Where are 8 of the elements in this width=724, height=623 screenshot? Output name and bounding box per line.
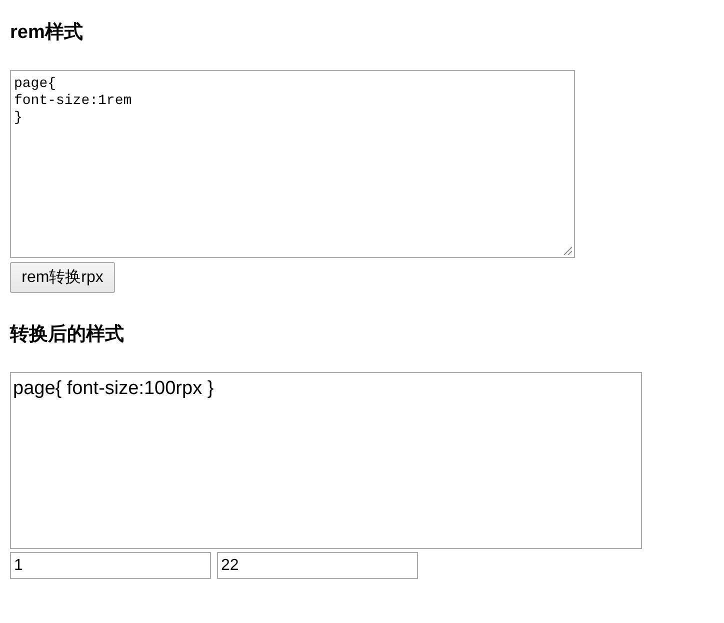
text-input-field[interactable]: 22 xyxy=(217,552,418,579)
result-output-box: page{ font-size:100rpx } xyxy=(10,372,642,549)
section-heading: 转换后的样式 xyxy=(10,324,124,346)
resize-grip-icon[interactable] xyxy=(563,246,572,255)
text-input-field[interactable]: 1 xyxy=(10,552,211,579)
css-input-field[interactable]: page{ font-size:1rem } xyxy=(10,70,575,258)
convert-button[interactable]: rem转换rpx xyxy=(10,262,115,293)
section-heading: rem样式 xyxy=(10,22,83,44)
